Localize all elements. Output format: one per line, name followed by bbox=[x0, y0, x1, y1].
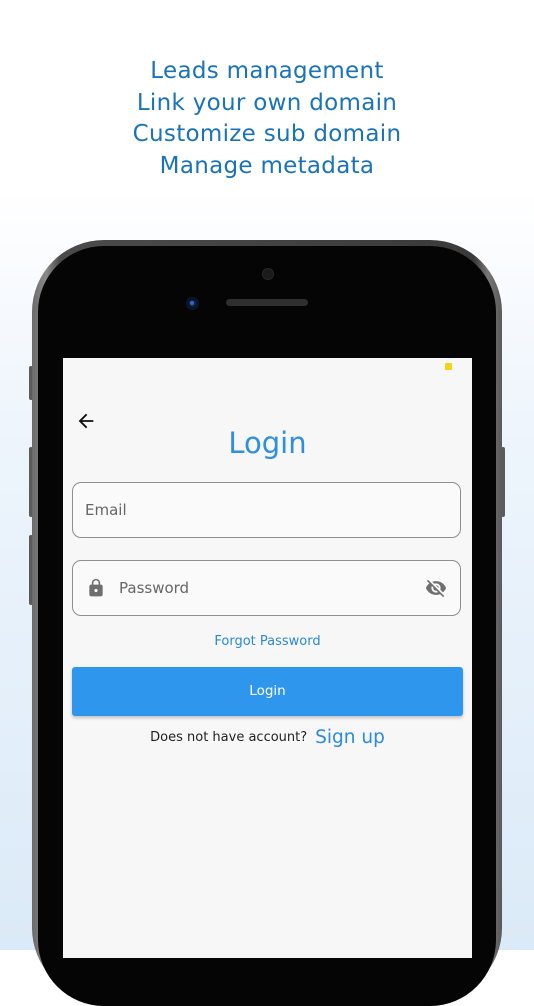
feature-line-4: Manage metadata bbox=[159, 152, 375, 179]
forgot-password-link[interactable]: Forgot Password bbox=[63, 634, 472, 649]
feature-line-1: Leads management bbox=[150, 58, 384, 84]
earpiece-speaker bbox=[226, 299, 308, 306]
marketing-headline: Leads management Link your own domain Cu… bbox=[0, 56, 534, 182]
eye-off-icon[interactable] bbox=[424, 577, 448, 599]
proximity-sensor-icon bbox=[186, 297, 199, 310]
signup-prompt: Does not have account? Sign up bbox=[63, 727, 472, 748]
signup-link[interactable]: Sign up bbox=[315, 727, 385, 748]
page-title: Login bbox=[228, 426, 307, 460]
phone-screen: Login Forgot Password Login Does not hav… bbox=[63, 358, 472, 958]
battery-indicator-icon bbox=[445, 363, 452, 370]
feature-line-2: Link your own domain bbox=[136, 89, 398, 116]
feature-line-3: Customize sub domain bbox=[132, 121, 402, 147]
password-field[interactable] bbox=[72, 560, 461, 616]
email-field[interactable] bbox=[72, 482, 461, 538]
front-camera-icon bbox=[262, 268, 274, 280]
no-account-text: Does not have account? bbox=[150, 730, 308, 745]
password-input[interactable] bbox=[73, 561, 460, 615]
status-bar bbox=[63, 358, 472, 374]
login-button[interactable]: Login bbox=[72, 667, 463, 716]
email-input[interactable] bbox=[73, 483, 460, 537]
